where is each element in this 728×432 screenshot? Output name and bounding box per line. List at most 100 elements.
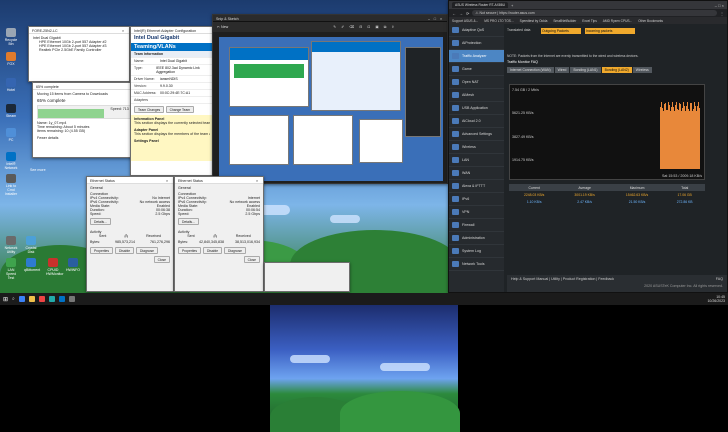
router-menu-item[interactable]: Advanced Settings <box>449 128 504 141</box>
bookmark-item[interactable]: MS PRO LTO TOS... <box>484 19 513 23</box>
general-tab[interactable]: General <box>90 186 170 190</box>
router-menu-item[interactable]: IPv6 <box>449 193 504 206</box>
snip-canvas[interactable] <box>219 37 443 181</box>
monitor-tab[interactable]: Wired <box>554 67 570 73</box>
router-menu-item[interactable]: Open NAT <box>449 76 504 89</box>
search-icon[interactable]: ⌕ <box>12 296 15 302</box>
desktop-icon-lan-speed-test[interactable]: LAN Speed Test <box>4 258 18 280</box>
start-icon[interactable]: ⊞ <box>3 296 8 303</box>
router-menu-item[interactable]: AiMesh <box>449 89 504 102</box>
forward-icon[interactable]: → <box>459 11 463 16</box>
sent-label: Sent <box>187 234 195 238</box>
diagnose-button[interactable]: Diagnose <box>224 247 246 254</box>
router-menu-item[interactable]: Alexa & IFTTT <box>449 180 504 193</box>
device-item[interactable]: Realtek PCIe 2.5GbE Family Controller <box>33 48 125 52</box>
desktop-icon-crystal-disk[interactable]: Crystal Disk <box>24 236 38 254</box>
router-menu-item[interactable]: Administration <box>449 232 504 245</box>
desktop-icon-hwmonitor[interactable]: CPUID HWMonitor <box>46 258 64 276</box>
faq-link[interactable]: FAQ <box>716 277 723 281</box>
close-icon[interactable]: × <box>254 179 260 183</box>
router-menu-item[interactable]: USB Application <box>449 102 504 115</box>
router-menu-item[interactable]: AiCloud 2.0 <box>449 115 504 128</box>
router-menu-item[interactable]: Adaptive QoS <box>449 24 504 37</box>
desktop-icon-pc[interactable]: PC <box>4 128 18 142</box>
change-team-button[interactable]: Change Team <box>165 106 195 113</box>
save-icon[interactable]: ▣ <box>375 25 378 29</box>
window-controls[interactable]: – □ × <box>715 3 724 8</box>
browser-tabbar: ASUS Wireless Router RT-AX86U + – □ × <box>449 1 727 9</box>
taskbar-app-icon[interactable] <box>38 296 45 302</box>
router-menu-item[interactable]: Traffic Analyzer <box>449 50 504 63</box>
desktop-icon-network-utility[interactable]: Network Utility <box>4 236 18 254</box>
bookmark-item[interactable]: AMD Ryzen CPUS... <box>603 19 632 23</box>
close-button[interactable]: Close <box>243 256 260 263</box>
monitor-tab-selected[interactable]: Bonding (LAN2) <box>601 67 632 73</box>
reload-icon[interactable]: ⟳ <box>466 11 469 16</box>
desktop-icon-recycle-bin[interactable]: Recycle Bin <box>4 28 18 46</box>
taskbar-app-icon[interactable] <box>18 296 25 302</box>
monitor-tab[interactable]: Wireless <box>632 67 652 73</box>
taskbar-app-icon[interactable] <box>68 296 75 302</box>
share-icon[interactable]: ⇪ <box>391 25 394 29</box>
taskbar-app-icon[interactable] <box>48 296 55 302</box>
properties-button[interactable]: Properties <box>178 247 202 254</box>
crop-icon[interactable]: ⊡ <box>367 25 370 29</box>
bookmark-item[interactable]: SmallNetBuilder <box>553 19 576 23</box>
see-more-link[interactable]: See more <box>30 168 46 172</box>
bookmark-item[interactable]: Other Bookmarks <box>638 19 663 23</box>
diagnose-button[interactable]: Diagnose <box>136 247 158 254</box>
ruler-icon[interactable]: ⊟ <box>359 25 362 29</box>
bookmark-item[interactable]: Speedtest by Ookla <box>520 19 548 23</box>
desktop-icon-hwinfo[interactable]: HWiNFO <box>66 258 80 272</box>
bookmark-item[interactable]: Excel Tips <box>582 19 597 23</box>
monitor-tab[interactable]: Bonding (LAN1) <box>570 67 601 73</box>
footer-links[interactable]: Help & Support Manual | Utility | Produc… <box>511 277 614 281</box>
router-menu-item[interactable]: Game <box>449 63 504 76</box>
system-tray[interactable]: 10:45 10/26/2023 <box>707 295 725 303</box>
pen-icon[interactable]: ✎ <box>333 25 336 29</box>
back-icon[interactable]: ← <box>452 11 456 16</box>
bookmark-item[interactable]: Support ASUS &... <box>452 19 478 23</box>
menu-icon[interactable]: ⋮ <box>720 11 724 16</box>
router-menu-item[interactable]: Firewall <box>449 219 504 232</box>
new-tab-icon[interactable]: + <box>511 3 513 8</box>
close-icon[interactable]: × <box>438 17 444 21</box>
general-tab[interactable]: General <box>178 186 260 190</box>
browser-tab-asus[interactable]: ASUS Wireless Router RT-AX86U <box>452 2 508 8</box>
team-row: Name: Intel Dual Gigabit <box>131 58 213 65</box>
router-menu-item[interactable]: VPN <box>449 206 504 219</box>
desktop-icon-intel-network[interactable]: Intel® Network <box>4 152 18 170</box>
close-button[interactable]: Close <box>153 256 170 263</box>
taskbar-app-icon[interactable] <box>28 296 35 302</box>
router-menu-item[interactable]: AiProtection <box>449 37 504 50</box>
desktop-icon-qbittorrent[interactable]: qBittorrent <box>24 258 40 272</box>
router-menu-item[interactable]: LAN <box>449 154 504 167</box>
desktop-icon-hotel[interactable]: Hotel <box>4 78 18 92</box>
teaming-vlans-tab[interactable]: Teaming/VLANs <box>131 43 213 51</box>
router-menu-item[interactable]: Network Tools <box>449 258 504 271</box>
highlighter-icon[interactable]: ✐ <box>341 25 344 29</box>
details-button[interactable]: Details... <box>90 218 111 225</box>
new-snip-button[interactable]: ✂ New <box>217 25 228 29</box>
address-bar[interactable]: ⚠ Not secure | https://router.asus.com <box>472 10 717 16</box>
router-menu-item[interactable]: WAN <box>449 167 504 180</box>
taskbar-app-icon[interactable] <box>58 296 65 302</box>
desktop-icon-installer[interactable]: Link to Cmd Installer <box>4 174 18 196</box>
desktop-icon-steam[interactable]: Steam <box>4 104 18 118</box>
menu-item-label: Alexa & IFTTT <box>462 184 486 188</box>
disable-button[interactable]: Disable <box>203 247 223 254</box>
properties-button[interactable]: Properties <box>90 247 114 254</box>
copy-icon[interactable]: ⧉ <box>384 25 387 29</box>
eraser-icon[interactable]: ⌫ <box>349 25 354 29</box>
router-menu-item[interactable]: System Log <box>449 245 504 258</box>
team-changes-button[interactable]: Team Changes <box>134 106 165 113</box>
disable-button[interactable]: Disable <box>115 247 135 254</box>
monitor-tab[interactable]: Internet Connection (WAN) <box>507 67 554 73</box>
router-menu-item[interactable]: Wireless <box>449 141 504 154</box>
close-icon[interactable]: × <box>164 179 170 183</box>
desktop-icon-fox[interactable]: FOX <box>4 52 18 66</box>
close-icon[interactable]: × <box>120 29 126 33</box>
fewer-details-toggle[interactable]: Fewer details <box>37 136 141 140</box>
stat-cell: 2248.03 KB/s <box>524 192 545 197</box>
details-button[interactable]: Details... <box>178 218 199 225</box>
